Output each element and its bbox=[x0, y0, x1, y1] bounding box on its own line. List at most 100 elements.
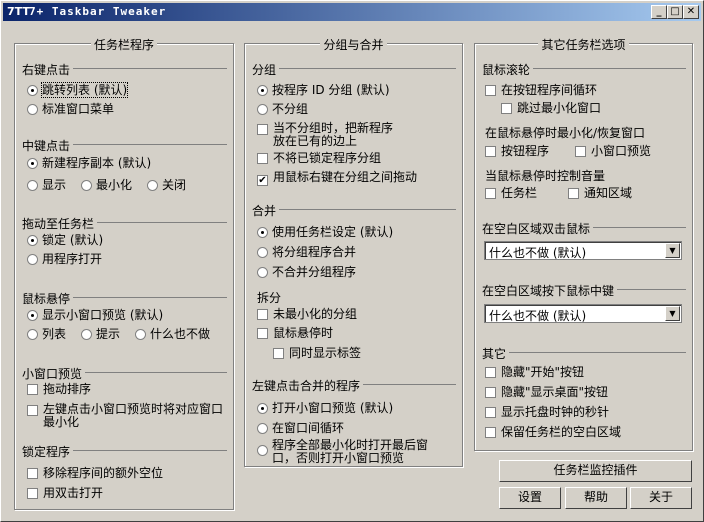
checkbox-skip-minimized[interactable]: 跳过最小化窗口 bbox=[501, 101, 601, 116]
help-button[interactable]: 帮助 bbox=[565, 487, 627, 509]
wheel-volume-label: 当鼠标悬停时控制音量 bbox=[485, 169, 606, 183]
radio-open-thumbnail[interactable]: 打开小窗口预览 (默认) bbox=[257, 401, 393, 416]
checkbox-wheel-thumbnail[interactable]: 小窗口预览 bbox=[575, 144, 651, 159]
radio-thumbnail[interactable]: 显示小窗口预览 (默认) bbox=[27, 308, 163, 323]
radio-jumplist[interactable]: 跳转列表 (默认) bbox=[27, 82, 129, 98]
wheel-section: 鼠标滚轮 bbox=[482, 61, 686, 78]
other-options-title: 其它任务栏选项 bbox=[538, 38, 629, 52]
dropdown-arrow-icon[interactable]: ▼ bbox=[665, 243, 680, 258]
radio-combine-groups[interactable]: 将分组程序合并 bbox=[257, 245, 356, 260]
window-title: 7+ Taskbar Tweaker bbox=[29, 5, 167, 18]
radio-icon bbox=[257, 403, 268, 414]
other-section: 其它 bbox=[482, 345, 686, 362]
checkbox-volume-taskbar[interactable]: 任务栏 bbox=[485, 186, 537, 201]
checkbox-icon bbox=[257, 153, 268, 164]
about-button[interactable]: 关于 bbox=[630, 487, 692, 509]
thumbnail-section: 小窗口预览 bbox=[22, 365, 227, 382]
checkbox-double-click[interactable]: 用双击打开 bbox=[27, 486, 103, 501]
combining-section: 合并 bbox=[252, 202, 456, 219]
drag-section: 拖动至任务栏 bbox=[22, 215, 227, 232]
radio-nothing[interactable]: 什么也不做 bbox=[135, 327, 210, 342]
checkbox-icon bbox=[273, 348, 284, 359]
checkbox-hide-show-desktop[interactable]: 隐藏"显示桌面"按钮 bbox=[485, 385, 608, 400]
close-button[interactable]: ✕ bbox=[683, 5, 699, 19]
radio-icon bbox=[27, 254, 38, 265]
radio-minimize[interactable]: 最小化 bbox=[81, 178, 132, 193]
checkbox-on-hover[interactable]: 鼠标悬停时 bbox=[257, 326, 333, 341]
checkbox-icon bbox=[485, 427, 496, 438]
checkbox-minimize-on-click[interactable]: 左键点击小窗口预览时将对应窗口 最小化 bbox=[27, 403, 223, 429]
checkbox-cycle-buttons[interactable]: 在按钮程序间循环 bbox=[485, 83, 597, 98]
grouping-title: 分组 bbox=[252, 61, 280, 78]
middle-click-section: 中键点击 bbox=[22, 137, 227, 154]
hover-title: 鼠标悬停 bbox=[22, 290, 74, 307]
middle-click-title: 中键点击 bbox=[22, 137, 74, 154]
checkbox-right-drag[interactable]: ✔ 用鼠标右键在分组之间拖动 bbox=[257, 170, 417, 186]
maximize-button[interactable]: □ bbox=[667, 5, 683, 19]
hover-section: 鼠标悬停 bbox=[22, 290, 227, 307]
pinned-section: 锁定程序 bbox=[22, 443, 227, 460]
checkbox-volume-tray[interactable]: 通知区域 bbox=[568, 186, 632, 201]
checkbox-keep-empty-space[interactable]: 保留任务栏的空白区域 bbox=[485, 425, 621, 440]
checkbox-place-next[interactable]: 当不分组时，把新程序 放在已有的边上 bbox=[257, 122, 393, 148]
radio-group-by-id[interactable]: 按程序 ID 分组 (默认) bbox=[257, 83, 390, 98]
checkbox-wheel-buttons[interactable]: 按钮程序 bbox=[485, 144, 549, 159]
radio-icon bbox=[27, 158, 38, 169]
dropdown-arrow-icon[interactable]: ▼ bbox=[665, 306, 680, 321]
drag-title: 拖动至任务栏 bbox=[22, 215, 98, 232]
combining-title: 合并 bbox=[252, 202, 280, 219]
radio-icon bbox=[135, 329, 146, 340]
radio-window-menu[interactable]: 标准窗口菜单 bbox=[27, 102, 114, 117]
radio-icon bbox=[27, 85, 38, 96]
checkbox-remove-gaps[interactable]: 移除程序间的额外空位 bbox=[27, 466, 163, 481]
radio-open-last-window[interactable]: 程序全部最小化时打开最后窗 口，否则打开小窗口预览 bbox=[257, 439, 428, 465]
radio-show[interactable]: 显示 bbox=[27, 178, 66, 193]
radio-icon bbox=[27, 180, 38, 191]
inspector-button[interactable]: 任务栏监控插件 bbox=[499, 460, 692, 482]
radio-open-with[interactable]: 用程序打开 bbox=[27, 252, 102, 267]
radio-icon bbox=[27, 329, 38, 340]
checkbox-icon bbox=[27, 488, 38, 499]
other-options-group: 其它任务栏选项 鼠标滚轮 在按钮程序间循环 跳过最小化窗口 在鼠标悬停时最小化/… bbox=[474, 38, 693, 451]
midclick-select[interactable]: 什么也不做 (默认) ▼ bbox=[484, 304, 682, 323]
title-bar[interactable]: 7TT 7+ Taskbar Tweaker _ □ ✕ bbox=[3, 3, 701, 21]
radio-icon bbox=[27, 310, 38, 321]
radio-list[interactable]: 列表 bbox=[27, 327, 66, 342]
radio-cycle-windows[interactable]: 在窗口间循环 bbox=[257, 421, 344, 436]
wheel-title: 鼠标滚轮 bbox=[482, 61, 534, 78]
radio-icon bbox=[257, 267, 268, 278]
checkbox-icon bbox=[501, 103, 512, 114]
wheel-minimize-label: 在鼠标悬停时最小化/恢复窗口 bbox=[485, 126, 646, 140]
radio-icon bbox=[81, 180, 92, 191]
thumbnail-title: 小窗口预览 bbox=[22, 365, 86, 382]
checkbox-icon bbox=[575, 146, 586, 157]
checkbox-icon bbox=[485, 407, 496, 418]
radio-new-instance[interactable]: 新建程序副本 (默认) bbox=[27, 156, 151, 171]
radio-icon bbox=[257, 104, 268, 115]
dblclick-select[interactable]: 什么也不做 (默认) ▼ bbox=[484, 241, 682, 260]
radio-use-taskbar-setting[interactable]: 使用任务栏设定 (默认) bbox=[257, 225, 393, 240]
checkbox-icon bbox=[485, 85, 496, 96]
checkbox-hide-start[interactable]: 隐藏"开始"按钮 bbox=[485, 365, 584, 380]
radio-pin[interactable]: 锁定 (默认) bbox=[27, 233, 103, 248]
dblclick-title: 在空白区域双击鼠标 bbox=[482, 220, 594, 237]
radio-icon bbox=[81, 329, 92, 340]
settings-button[interactable]: 设置 bbox=[499, 487, 561, 509]
checkbox-drag-reorder[interactable]: 拖动排序 bbox=[27, 382, 91, 397]
radio-tooltip[interactable]: 提示 bbox=[81, 327, 120, 342]
radio-dont-group[interactable]: 不分组 bbox=[257, 102, 308, 117]
midclick-title: 在空白区域按下鼠标中键 bbox=[482, 282, 618, 299]
checkbox-clock-seconds[interactable]: 显示托盘时钟的秒针 bbox=[485, 405, 609, 420]
app-icon: 7TT bbox=[7, 5, 30, 18]
radio-icon bbox=[257, 85, 268, 96]
checkbox-dont-group-pinned[interactable]: 不将已锁定程序分组 bbox=[257, 151, 381, 166]
checkbox-icon bbox=[568, 188, 579, 199]
checkbox-icon: ✔ bbox=[257, 175, 268, 186]
taskbar-items-group: 任务栏程序 右键点击 跳转列表 (默认) 标准窗口菜单 中键点击 新建程序副本 … bbox=[14, 38, 234, 510]
radio-close[interactable]: 关闭 bbox=[147, 178, 186, 193]
radio-dont-combine[interactable]: 不合并分组程序 bbox=[257, 265, 356, 280]
checkbox-not-minimized[interactable]: 未最小化的分组 bbox=[257, 307, 357, 322]
minimize-button[interactable]: _ bbox=[651, 5, 667, 19]
taskbar-items-title: 任务栏程序 bbox=[90, 38, 157, 52]
checkbox-show-labels[interactable]: 同时显示标签 bbox=[273, 346, 361, 361]
